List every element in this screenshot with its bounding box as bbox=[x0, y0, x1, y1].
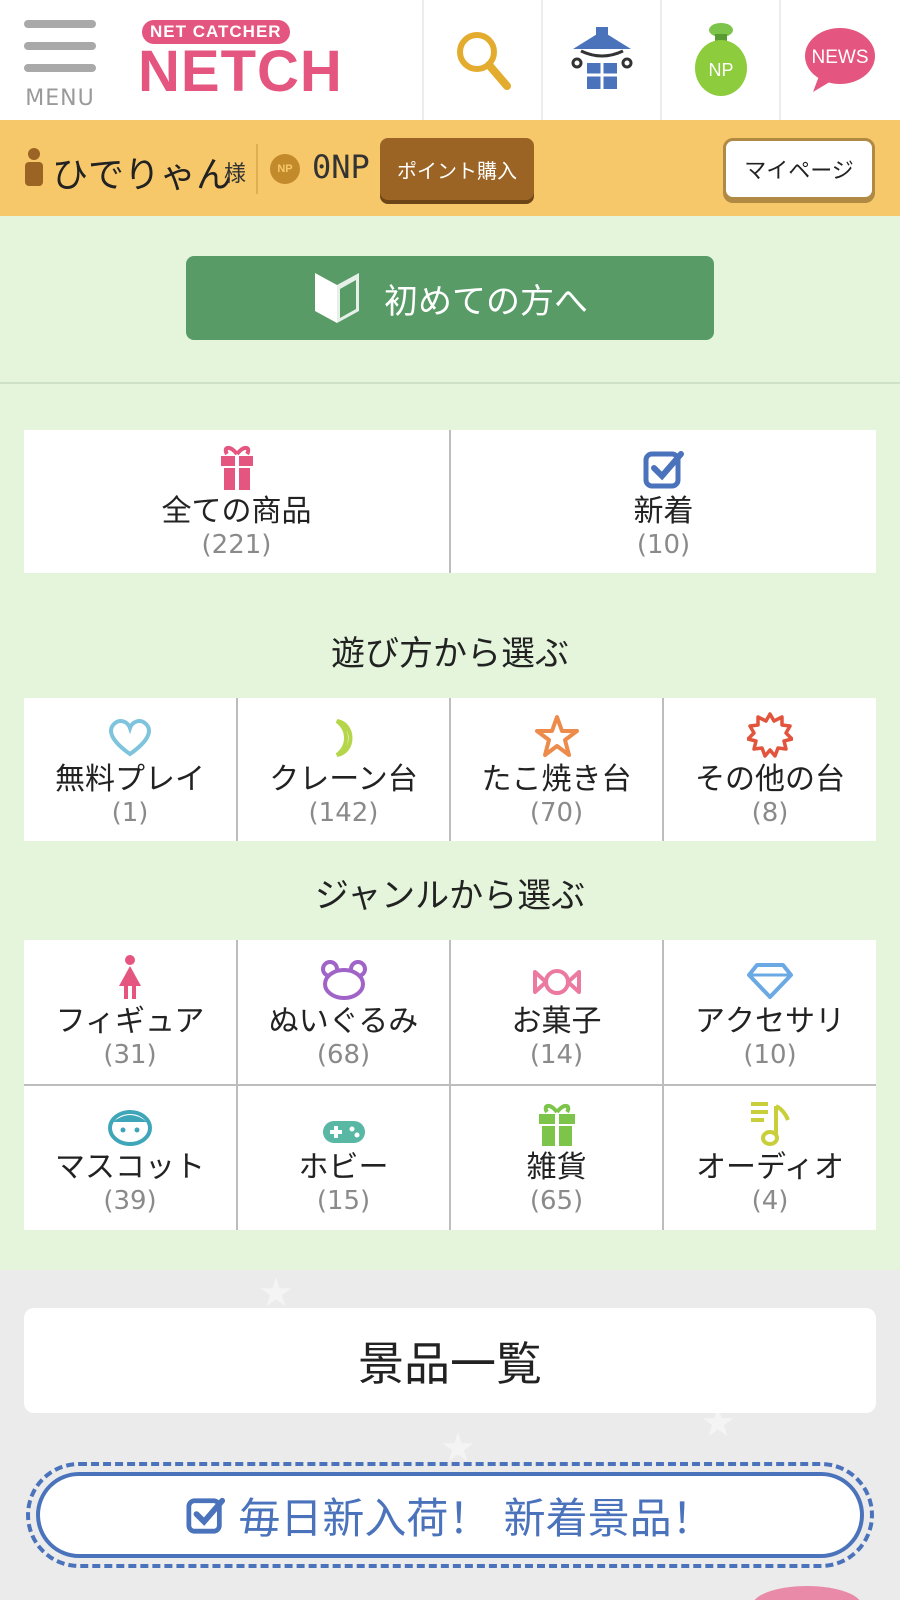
category-count: (65) bbox=[529, 1186, 584, 1216]
burst-icon bbox=[747, 708, 793, 758]
category-count: (8) bbox=[751, 798, 789, 828]
play-category-takoyaki[interactable]: たこ焼き台 (70) bbox=[451, 698, 662, 841]
search-icon bbox=[456, 32, 511, 90]
site-header: MENU NET CATCHER NETCH NP NEWS bbox=[0, 0, 900, 120]
category-count: (68) bbox=[316, 1040, 371, 1070]
checkbox-icon bbox=[186, 1497, 226, 1534]
category-label: 全ての商品 bbox=[161, 494, 312, 529]
category-label: マスコット bbox=[55, 1150, 205, 1185]
play-category-grid: 無料プレイ (1) クレーン台 (142) たこ焼き台 (70) その他の台 (… bbox=[24, 698, 876, 841]
category-count: (4) bbox=[751, 1186, 789, 1216]
top-category-grid: 全ての商品 (221) 新着 (10) bbox=[24, 430, 876, 573]
category-label: たこ焼き台 bbox=[481, 762, 632, 797]
menu-label: MENU bbox=[25, 86, 95, 111]
genre-category-snacks[interactable]: お菓子 (14) bbox=[451, 940, 662, 1084]
diamond-icon bbox=[747, 950, 793, 1000]
menu-button[interactable]: MENU bbox=[0, 0, 120, 120]
category-count: (31) bbox=[103, 1040, 157, 1070]
gamepad-icon bbox=[321, 1096, 367, 1146]
category-label: お菓子 bbox=[511, 1004, 602, 1039]
category-count: (221) bbox=[201, 530, 272, 560]
prize-house-icon bbox=[571, 27, 632, 89]
category-label: フィギュア bbox=[55, 1004, 205, 1039]
category-count: (10) bbox=[743, 1040, 797, 1070]
svg-text:NEWS: NEWS bbox=[811, 47, 868, 68]
heart-icon bbox=[106, 708, 154, 758]
category-count: (10) bbox=[636, 530, 691, 560]
search-button[interactable] bbox=[422, 0, 541, 120]
category-all-items[interactable]: 全ての商品 (221) bbox=[24, 430, 449, 573]
figure-icon bbox=[116, 950, 144, 1000]
logo-title: NETCH bbox=[138, 39, 343, 104]
genre-category-accessory[interactable]: アクセサリ (10) bbox=[664, 940, 876, 1084]
category-count: (39) bbox=[103, 1186, 157, 1216]
divider bbox=[256, 144, 258, 194]
np-bag-icon: NP bbox=[694, 23, 747, 96]
mypage-button[interactable]: マイページ bbox=[723, 138, 875, 200]
genre-category-goods[interactable]: 雑貨 (65) bbox=[451, 1086, 662, 1230]
new-arrivals-label: 毎日新入荷！ 新着景品！ bbox=[238, 1493, 714, 1543]
site-logo[interactable]: NET CATCHER NETCH bbox=[120, 0, 422, 120]
category-label: 新着 bbox=[633, 494, 694, 529]
genre-category-plush[interactable]: ぬいぐるみ (68) bbox=[238, 940, 449, 1084]
new-arrivals-button[interactable]: 毎日新入荷！ 新着景品！ bbox=[26, 1462, 874, 1568]
genre-section-title: ジャンルから選ぶ bbox=[314, 876, 586, 916]
gift-green-icon bbox=[537, 1096, 577, 1146]
genre-category-audio[interactable]: オーディオ (4) bbox=[664, 1086, 876, 1230]
category-label: オーディオ bbox=[696, 1150, 844, 1185]
section-divider bbox=[0, 382, 900, 384]
np-balance: 0NP bbox=[312, 148, 370, 186]
hamburger-icon-bar bbox=[24, 64, 96, 72]
np-coin-icon: NP bbox=[270, 154, 300, 184]
play-section-title: 遊び方から選ぶ bbox=[331, 634, 569, 674]
category-label: 無料プレイ bbox=[55, 762, 205, 797]
new-arrivals-inner: 毎日新入荷！ 新着景品！ bbox=[36, 1472, 864, 1558]
star-icon bbox=[534, 708, 580, 758]
music-icon bbox=[748, 1096, 792, 1146]
genre-category-grid: フィギュア (31) ぬいぐるみ (68) お菓子 (14) アクセサリ (10… bbox=[24, 940, 876, 1230]
prize-house-button[interactable] bbox=[541, 0, 660, 120]
category-label: クレーン台 bbox=[269, 762, 418, 797]
user-status-bar: ひでりゃん 様 NP 0NP ポイント購入 マイページ bbox=[0, 120, 900, 216]
play-category-other[interactable]: その他の台 (8) bbox=[664, 698, 876, 841]
play-category-free-play[interactable]: 無料プレイ (1) bbox=[24, 698, 236, 841]
mascot-icon bbox=[107, 1096, 153, 1146]
news-icon: NEWS bbox=[804, 28, 875, 92]
candy-icon bbox=[532, 950, 582, 1000]
bear-icon bbox=[320, 950, 367, 1000]
category-count: (142) bbox=[308, 798, 379, 828]
np-bag-button[interactable]: NP bbox=[660, 0, 779, 120]
hamburger-icon-bar bbox=[24, 42, 96, 50]
category-label: アクセサリ bbox=[695, 1004, 845, 1039]
scroll-top-button[interactable] bbox=[752, 1586, 862, 1600]
prize-list-heading: 景品一覧 bbox=[24, 1308, 876, 1413]
buy-points-button[interactable]: ポイント購入 bbox=[380, 138, 534, 200]
gift-icon bbox=[219, 440, 255, 490]
genre-category-hobby[interactable]: ホビー (15) bbox=[238, 1086, 449, 1230]
category-section: 初めての方へ 全ての商品 (221) 新着 (10) 遊び方から選ぶ 無料プレイ… bbox=[0, 216, 900, 1270]
category-label: 雑貨 bbox=[526, 1150, 587, 1185]
genre-category-mascot[interactable]: マスコット (39) bbox=[24, 1086, 236, 1230]
checkbox-icon bbox=[643, 440, 685, 490]
play-category-crane[interactable]: クレーン台 (142) bbox=[238, 698, 449, 841]
genre-category-figure[interactable]: フィギュア (31) bbox=[24, 940, 236, 1084]
news-button[interactable]: NEWS bbox=[779, 0, 898, 120]
first-time-guide-button[interactable]: 初めての方へ bbox=[186, 256, 714, 340]
category-count: (70) bbox=[529, 798, 584, 828]
user-name: ひでりゃん bbox=[52, 155, 233, 196]
category-label: ぬいぐるみ bbox=[268, 1004, 419, 1039]
category-count: (15) bbox=[316, 1186, 371, 1216]
beginner-mark-icon bbox=[315, 273, 359, 323]
category-count: (1) bbox=[111, 798, 149, 828]
category-count: (14) bbox=[529, 1040, 584, 1070]
category-label: ホビー bbox=[298, 1150, 389, 1185]
category-label: その他の台 bbox=[695, 762, 845, 797]
user-honorific: 様 bbox=[224, 162, 247, 187]
category-new-items[interactable]: 新着 (10) bbox=[451, 430, 876, 573]
first-time-guide-label: 初めての方へ bbox=[384, 281, 588, 322]
svg-text:NP: NP bbox=[708, 60, 733, 80]
hamburger-icon bbox=[24, 20, 96, 28]
moon-icon bbox=[329, 708, 359, 758]
user-icon bbox=[25, 148, 43, 186]
